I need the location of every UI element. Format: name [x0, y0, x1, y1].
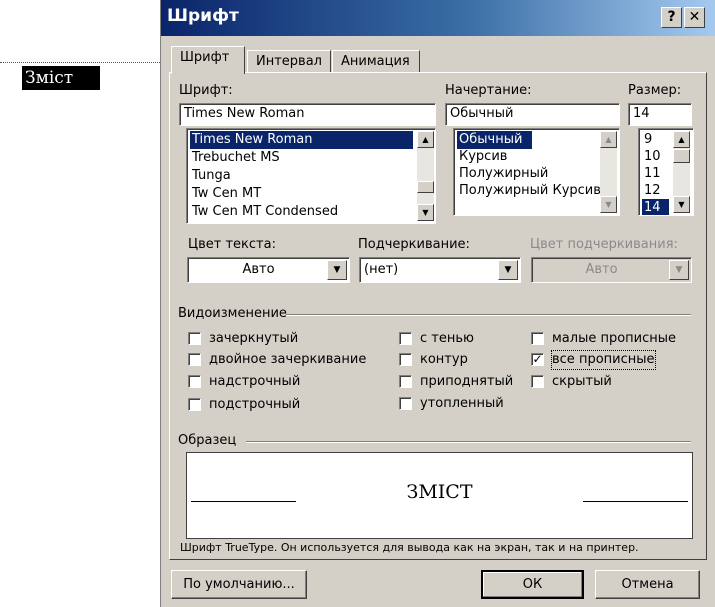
font-name-list[interactable]: Times New Roman Trebuchet MS Tunga Tw Ce…: [186, 128, 436, 224]
underline-value: (нет): [364, 262, 399, 277]
dialog-title: Шрифт: [167, 6, 239, 26]
scroll-down-arrow-icon[interactable]: ▼: [417, 204, 434, 221]
style-list-item[interactable]: Курсив: [457, 148, 507, 166]
font-list-item[interactable]: Tw Cen MT Condensed: [190, 203, 338, 221]
checkbox-label: контур: [420, 352, 468, 367]
checkbox-box[interactable]: [188, 332, 201, 345]
text-color-value: Авто: [242, 262, 275, 277]
underline-color-value: Авто: [585, 262, 618, 277]
scroll-up-arrow-icon[interactable]: ▲: [673, 131, 690, 148]
document-dotted-line: [0, 62, 160, 63]
font-list-item[interactable]: Trebuchet MS: [190, 149, 280, 167]
size-list-scrollbar[interactable]: ▲ ▼: [673, 131, 690, 213]
checkbox-label: подстрочный: [209, 397, 301, 412]
preview-baseline-right: [583, 501, 688, 502]
font-list-item[interactable]: Times New Roman: [190, 131, 413, 149]
checkbox-label: зачеркнутый: [209, 331, 299, 346]
underline-select[interactable]: (нет) ▼: [359, 257, 521, 283]
checkbox-box[interactable]: [531, 332, 544, 345]
scroll-down-arrow-icon[interactable]: ▼: [673, 196, 690, 213]
preview-group-line: [246, 441, 691, 443]
checkbox-box[interactable]: [188, 353, 201, 366]
underline-label: Подчеркивание:: [358, 237, 470, 252]
scroll-thumb[interactable]: [417, 181, 434, 193]
help-button[interactable]: ?: [661, 7, 682, 28]
style-list-item[interactable]: Полужирный: [457, 165, 548, 183]
font-size-list[interactable]: 9 10 11 12 14 ▲ ▼: [638, 128, 694, 216]
checkbox-label: двойное зачеркивание: [209, 352, 367, 367]
checkbox-box[interactable]: [399, 353, 412, 366]
style-label: Начертание:: [445, 83, 532, 98]
style-list-item[interactable]: Обычный: [457, 131, 532, 149]
tab-strip: Шрифт Интервал Анимация: [171, 46, 706, 74]
effects-group-label: Видоизменение: [178, 306, 287, 321]
size-list-item[interactable]: 9: [642, 131, 652, 149]
ok-button[interactable]: ОК: [481, 570, 584, 599]
font-dialog: Шрифт ? ✕ Шрифт Интервал Анимация Шрифт:…: [160, 0, 715, 607]
checkbox-label: все прописные: [551, 350, 656, 370]
document-heading[interactable]: Зміст: [22, 66, 100, 90]
checkbox-label: надстрочный: [209, 374, 301, 389]
effects-group-line: [286, 314, 691, 316]
size-list-item[interactable]: 10: [642, 148, 661, 166]
underline-color-label: Цвет подчеркивания:: [530, 237, 678, 252]
cancel-button[interactable]: Отмена: [595, 570, 700, 599]
preview-group-label: Образец: [178, 433, 237, 448]
style-list-item[interactable]: Полужирный Курсив: [457, 182, 601, 200]
size-list-item[interactable]: 11: [642, 165, 661, 183]
checkbox-label: приподнятый: [420, 374, 514, 389]
scroll-up-arrow-icon[interactable]: ▲: [417, 131, 434, 148]
scroll-down-arrow-icon[interactable]: ▼: [600, 196, 617, 213]
underline-color-select: Авто ▼: [531, 257, 692, 283]
checkbox-box[interactable]: [399, 375, 412, 388]
scroll-thumb[interactable]: [673, 149, 690, 163]
dropdown-arrow-icon[interactable]: ▼: [327, 260, 347, 280]
scroll-up-arrow-icon[interactable]: ▲: [600, 131, 617, 148]
title-bar[interactable]: Шрифт ? ✕: [161, 0, 715, 36]
checkbox-box[interactable]: [531, 375, 544, 388]
font-list-item[interactable]: Tw Cen MT: [190, 185, 261, 203]
size-label: Размер:: [628, 83, 682, 98]
style-list-scrollbar[interactable]: ▲ ▼: [600, 131, 617, 213]
tab-animation[interactable]: Анимация: [332, 50, 420, 73]
preview-text: ЗМІСТ: [406, 481, 473, 503]
preview-box: ЗМІСТ: [186, 452, 693, 539]
checkbox-box[interactable]: [399, 332, 412, 345]
checkbox-box[interactable]: [188, 375, 201, 388]
font-list-item[interactable]: Tunga: [190, 167, 231, 185]
tab-font[interactable]: Шрифт: [171, 46, 245, 74]
checkbox-box[interactable]: [399, 397, 412, 410]
checkbox-label: малые прописные: [552, 331, 677, 346]
font-list-scrollbar[interactable]: ▲ ▼: [417, 131, 434, 221]
font-label: Шрифт:: [179, 83, 233, 98]
font-name-input[interactable]: Times New Roman: [179, 103, 436, 126]
tab-spacing[interactable]: Интервал: [247, 50, 331, 73]
checkbox-label: скрытый: [552, 374, 612, 389]
checkbox-label: утопленный: [420, 396, 504, 411]
font-style-list[interactable]: Обычный Курсив Полужирный Полужирный Кур…: [453, 128, 620, 216]
checkmark-icon[interactable]: ✓: [531, 353, 544, 366]
size-list-item[interactable]: 12: [642, 182, 661, 200]
close-button[interactable]: ✕: [684, 7, 705, 28]
checkbox-label: с тенью: [420, 331, 474, 346]
text-color-select[interactable]: Авто ▼: [187, 257, 350, 283]
default-button[interactable]: По умолчанию...: [171, 570, 307, 599]
size-list-item[interactable]: 14: [642, 199, 669, 215]
font-style-input[interactable]: Обычный: [445, 103, 620, 126]
truetype-note: Шрифт TrueType. Он используется для выво…: [180, 541, 639, 554]
checkbox-box[interactable]: [188, 398, 201, 411]
dropdown-arrow-icon[interactable]: ▼: [498, 260, 518, 280]
font-size-input[interactable]: 14: [628, 103, 692, 126]
dropdown-arrow-icon: ▼: [669, 260, 689, 280]
text-color-label: Цвет текста:: [188, 237, 276, 252]
